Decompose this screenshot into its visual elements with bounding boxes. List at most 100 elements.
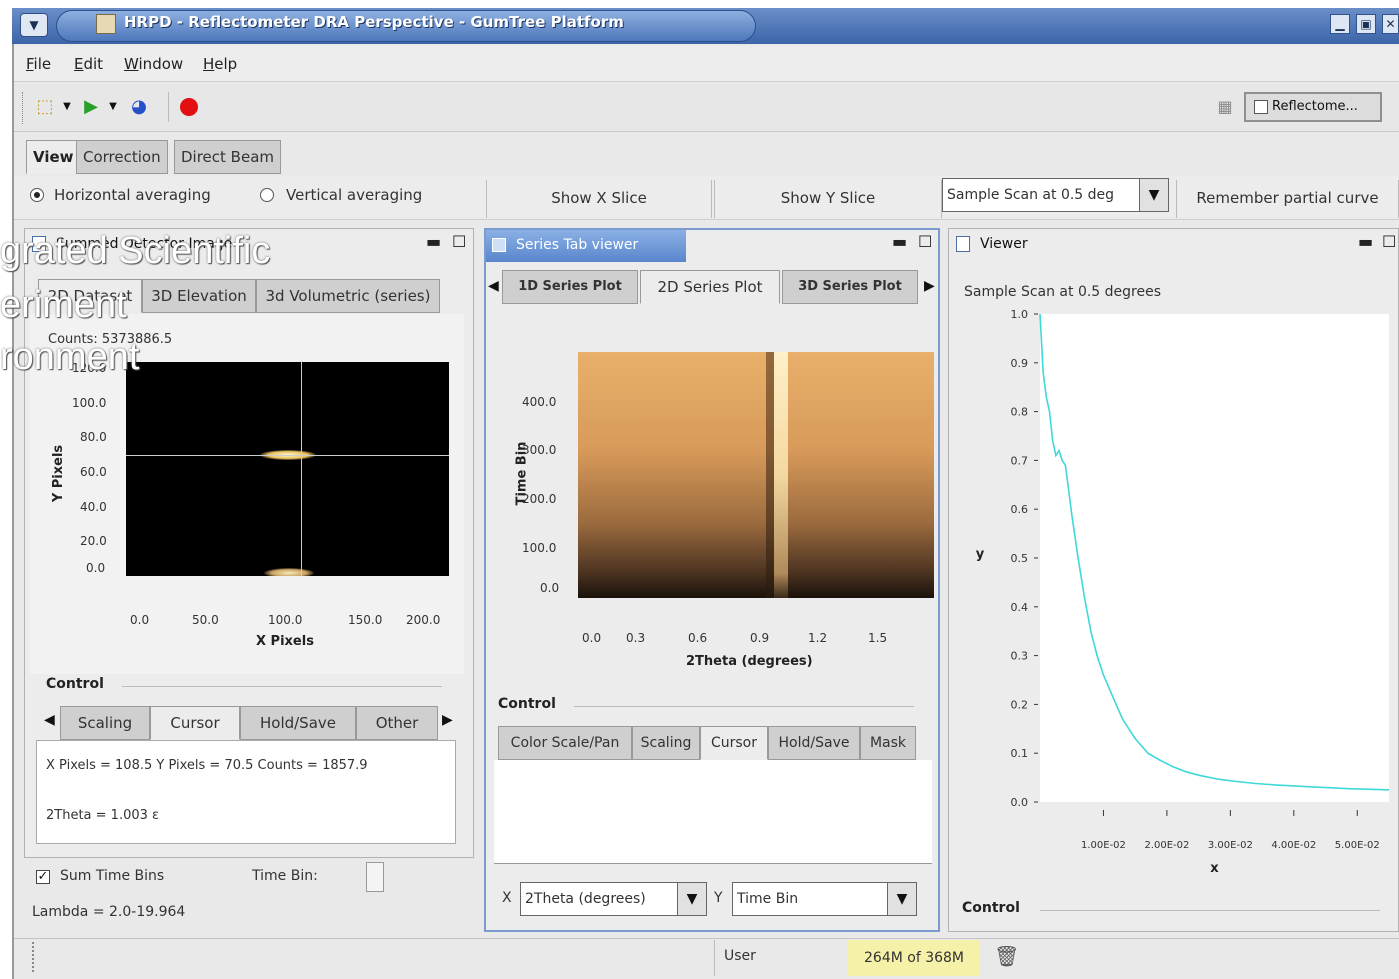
new-wizard-icon[interactable]: ⬚	[34, 96, 56, 118]
sum-time-bins-checkbox[interactable]: ✓	[36, 870, 50, 884]
tab-color-scale-pan[interactable]: Color Scale/Pan	[498, 726, 632, 760]
tab-3d-elevation[interactable]: 3D Elevation	[142, 279, 256, 313]
two-theta-readout: 2Theta = 1.003 ε	[46, 808, 160, 823]
tab-mask[interactable]: Mask	[860, 726, 916, 760]
menu-window[interactable]: Window	[124, 55, 183, 73]
horizontal-averaging-radio[interactable]	[30, 188, 44, 202]
maximize-view-button[interactable]: ☐	[918, 232, 932, 251]
menu-edit[interactable]: Edit	[74, 55, 103, 73]
scroll-left-icon[interactable]: ◀	[44, 712, 55, 728]
tab-2d-series-plot[interactable]: 2D Series Plot	[640, 270, 780, 304]
tab-1d-series-plot[interactable]: 1D Series Plot	[502, 270, 638, 304]
vertical-averaging-label: Vertical averaging	[286, 186, 423, 204]
y-axis-label: y	[976, 547, 985, 562]
scroll-right-icon[interactable]: ▶	[924, 278, 935, 294]
chevron-down-icon[interactable]: ▼	[1139, 178, 1169, 212]
tab-3d-volumetric[interactable]: 3d Volumetric (series)	[256, 279, 440, 313]
series-tab-viewer-tab[interactable]: Series Tab viewer	[486, 230, 686, 262]
left-control-label: Control	[46, 676, 104, 692]
tab-cursor[interactable]: Cursor	[700, 726, 768, 760]
run-icon[interactable]: ▶	[80, 96, 102, 118]
record-icon[interactable]	[180, 98, 198, 116]
trash-icon[interactable]: 🗑	[994, 944, 1019, 968]
y-tick-label: 0.9	[1011, 357, 1029, 370]
time-bin-spinner[interactable]	[366, 862, 384, 892]
minimize-view-button[interactable]: ▬	[1358, 232, 1373, 251]
scan-select[interactable]: Sample Scan at 0.5 deg	[942, 178, 1140, 212]
y-ticks: 1.0 0.9 0.8 0.7 0.6 0.5 0.4 0.3 0.2 0.1 0.0	[1011, 308, 1038, 809]
status-user: User	[724, 948, 756, 964]
time-bin-label: Time Bin:	[252, 868, 318, 884]
dark-gap	[766, 352, 774, 598]
scroll-right-icon[interactable]: ▶	[442, 712, 453, 728]
status-grip	[32, 942, 35, 972]
maximize-view-button[interactable]: ☐	[452, 232, 466, 251]
maximize-view-button[interactable]: ☐	[1382, 232, 1396, 251]
center-x-axis-label: 2Theta (degrees)	[686, 654, 813, 669]
sum-time-bins-label: Sum Time Bins	[60, 868, 165, 884]
menu-help[interactable]: Help	[203, 55, 237, 73]
detector-heatmap	[126, 362, 449, 576]
minimize-button[interactable]: ▁	[1330, 14, 1350, 34]
center-y-tick: 200.0	[522, 492, 557, 506]
y-axis-select[interactable]: Time Bin	[732, 882, 888, 916]
tab-correction[interactable]: Correction	[76, 140, 168, 174]
line-chart: 1.0 0.9 0.8 0.7 0.6 0.5 0.4 0.3 0.2 0.1 0.0 1.00E-…	[976, 308, 1390, 876]
crosshair-vertical	[301, 362, 302, 576]
center-x-tick: 0.9	[750, 631, 770, 645]
bright-stripe	[774, 352, 788, 598]
tab-cursor[interactable]: Cursor	[150, 706, 240, 740]
x-tick-label: 2.00E-02	[1144, 840, 1189, 851]
perspective-icon	[1254, 100, 1268, 114]
y-tick-label: 0.7	[1011, 454, 1029, 467]
scroll-left-icon[interactable]: ◀	[488, 278, 499, 294]
beam-spot-bottom	[264, 568, 314, 576]
control-divider	[122, 686, 442, 687]
center-control-label: Control	[498, 696, 556, 712]
right-control-label: Control	[962, 900, 1020, 916]
overlay-line-2: eriment	[0, 284, 127, 326]
tab-hold-save[interactable]: Hold/Save	[768, 726, 860, 760]
x-axis-select[interactable]: 2Theta (degrees)	[520, 882, 678, 916]
close-button[interactable]: ✕	[1382, 14, 1399, 34]
left-x-tick: 50.0	[192, 613, 219, 627]
y-axis-select-label: Y	[714, 890, 723, 906]
tab-direct-beam[interactable]: Direct Beam	[174, 140, 282, 174]
maximize-button[interactable]: ▣	[1356, 14, 1376, 34]
dropdown-arrow-icon[interactable]: ▼	[56, 96, 78, 118]
status-bar	[14, 938, 1399, 979]
toolbar	[14, 84, 1399, 132]
control-divider	[574, 706, 914, 707]
minimize-view-button[interactable]: ▬	[426, 232, 441, 251]
tab-scaling[interactable]: Scaling	[632, 726, 700, 760]
show-y-slice-button[interactable]: Show Y Slice	[714, 180, 942, 218]
globe-icon[interactable]: ◕	[128, 96, 150, 118]
vertical-averaging-radio[interactable]	[260, 188, 274, 202]
chevron-down-icon[interactable]: ▼	[677, 882, 707, 916]
chevron-down-icon[interactable]: ▼	[887, 882, 917, 916]
x-tick-label: 4.00E-02	[1271, 840, 1316, 851]
center-y-tick: 100.0	[522, 541, 557, 555]
series-heatmap	[578, 352, 934, 598]
left-x-tick: 100.0	[268, 613, 303, 627]
left-x-axis-label: X Pixels	[256, 634, 314, 649]
status-separator	[714, 940, 715, 976]
plot-title: Sample Scan at 0.5 degrees	[964, 284, 1162, 300]
dropdown-arrow-icon[interactable]: ▼	[102, 96, 124, 118]
window-menu-icon[interactable]: ▼	[20, 13, 48, 37]
x-tick-label: 3.00E-02	[1208, 840, 1253, 851]
menu-file[interactable]: File	[26, 55, 51, 73]
show-x-slice-button[interactable]: Show X Slice	[486, 180, 712, 218]
y-tick-label: 0.0	[1011, 796, 1029, 809]
left-y-tick: 60.0	[80, 465, 107, 479]
tab-3d-series-plot[interactable]: 3D Series Plot	[782, 270, 918, 304]
view-icon	[492, 238, 506, 252]
minimize-view-button[interactable]: ▬	[892, 232, 907, 251]
open-perspective-icon[interactable]: ▦	[1214, 96, 1236, 118]
center-x-tick: 1.5	[868, 631, 888, 645]
tab-other[interactable]: Other	[356, 706, 438, 740]
remember-partial-curve-button[interactable]: Remember partial curve	[1176, 180, 1399, 218]
tab-scaling[interactable]: Scaling	[60, 706, 150, 740]
tab-view[interactable]: View	[26, 140, 81, 174]
tab-hold-save[interactable]: Hold/Save	[240, 706, 356, 740]
